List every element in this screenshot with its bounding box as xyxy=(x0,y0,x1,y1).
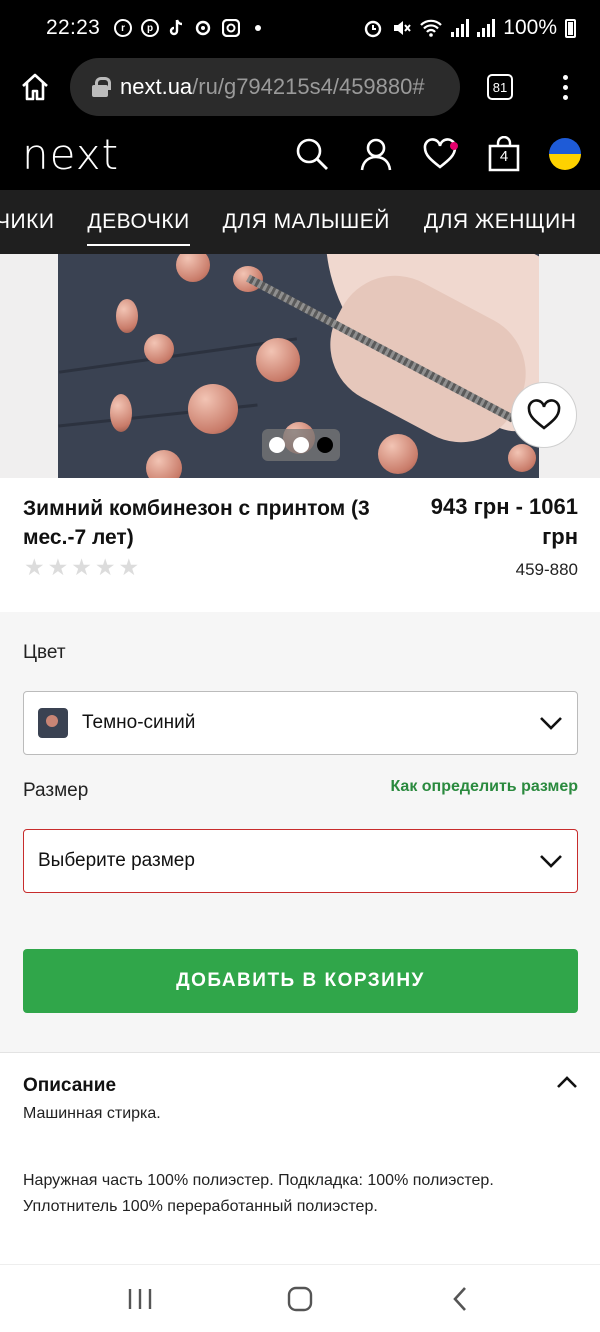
account-button[interactable] xyxy=(344,118,408,190)
lock-icon xyxy=(92,77,111,97)
product-info: Зимний комбинезон с принтом (3 мес.-7 ле… xyxy=(0,478,600,612)
browser-menu-button[interactable] xyxy=(540,56,590,118)
ukraine-flag-icon xyxy=(549,138,581,170)
tab-count: 81 xyxy=(487,74,513,100)
system-status: 100% xyxy=(363,16,576,40)
star-icon: ★ xyxy=(118,554,140,580)
color-select[interactable]: Темно-синий xyxy=(23,691,578,755)
wifi-icon xyxy=(420,19,443,37)
header-actions: 4 xyxy=(280,118,600,190)
status-bar: 22:23 r p 100% xyxy=(0,0,600,56)
rating-stars[interactable]: ★ ★ ★ ★ ★ xyxy=(24,554,139,581)
status-time: 22:23 xyxy=(46,16,101,39)
url-path: /ru/g794215s4/459880# xyxy=(192,74,425,99)
size-placeholder: Выберите размер xyxy=(38,850,195,871)
r-icon: r xyxy=(114,19,133,37)
site-logo[interactable]: next xyxy=(22,130,119,179)
site-header: next 4 xyxy=(0,118,600,190)
recent-apps-button[interactable] xyxy=(110,1269,170,1329)
browser-toolbar: next.ua/ru/g794215s4/459880# 81 xyxy=(0,56,600,118)
mute-icon xyxy=(394,21,412,35)
star-icon: ★ xyxy=(71,554,92,580)
color-value: Темно-синий xyxy=(82,712,196,733)
search-button[interactable] xyxy=(280,118,344,190)
url-domain: next.ua xyxy=(120,74,193,99)
add-to-wishlist-button[interactable] xyxy=(511,382,577,448)
url-text: next.ua/ru/g794215s4/459880# xyxy=(120,74,425,100)
chevron-down-icon xyxy=(540,855,562,868)
product-title: Зимний комбинезон с принтом (3 мес.-7 ле… xyxy=(23,497,370,549)
category-women[interactable]: ДЛЯ ЖЕНЩИН xyxy=(424,210,577,234)
category-boys[interactable]: ЧИКИ xyxy=(0,210,54,234)
color-swatch xyxy=(38,708,68,738)
size-guide-link[interactable]: Как определить размер xyxy=(390,778,578,796)
instagram-icon xyxy=(222,19,241,37)
product-options: Цвет Темно-синий Размер Как определить р… xyxy=(0,612,600,1052)
size-label: Размер xyxy=(23,780,89,801)
settings-icon xyxy=(195,20,211,36)
battery-icon xyxy=(565,18,576,38)
home-button[interactable] xyxy=(0,56,70,118)
color-label: Цвет xyxy=(23,642,66,663)
chevron-down-icon xyxy=(540,717,562,730)
gallery-dot-2[interactable] xyxy=(293,437,309,453)
gallery-dot-1[interactable] xyxy=(269,437,285,453)
description-title[interactable]: Описание xyxy=(23,1075,116,1097)
notification-icons: r p xyxy=(114,19,262,37)
url-bar[interactable]: next.ua/ru/g794215s4/459880# xyxy=(70,58,460,116)
alarm-icon xyxy=(365,20,382,38)
category-nav: ЧИКИ ДЕВОЧКИ ДЛЯ МАЛЫШЕЙ ДЛЯ ЖЕНЩИН Д xyxy=(0,190,600,254)
wishlist-button[interactable] xyxy=(408,118,472,190)
description-material-2: Уплотнитель 100% переработанный полиэсте… xyxy=(23,1198,378,1215)
wishlist-badge xyxy=(450,142,458,150)
battery-percent: 100% xyxy=(503,16,557,39)
heart-icon xyxy=(527,399,561,430)
back-button[interactable] xyxy=(430,1269,490,1329)
country-selector[interactable] xyxy=(536,118,600,190)
star-icon: ★ xyxy=(24,554,45,580)
star-icon: ★ xyxy=(94,554,116,580)
search-icon xyxy=(296,138,328,170)
add-to-cart-button[interactable]: ДОБАВИТЬ В КОРЗИНУ xyxy=(23,949,578,1013)
bag-count: 4 xyxy=(499,148,509,165)
category-babies[interactable]: ДЛЯ МАЛЫШЕЙ xyxy=(223,210,390,234)
description-material-1: Наружная часть 100% полиэстер. Подкладка… xyxy=(23,1172,494,1189)
tiktok-icon xyxy=(169,19,183,36)
home-nav-icon xyxy=(287,1286,313,1311)
user-icon xyxy=(360,138,392,171)
system-nav-bar xyxy=(0,1264,600,1332)
pinterest-icon: p xyxy=(141,19,160,37)
gallery-pagination[interactable] xyxy=(262,429,340,461)
home-nav-button[interactable] xyxy=(270,1269,330,1329)
bag-button[interactable]: 4 xyxy=(472,118,536,190)
description-section: Описание Машинная стирка. Наружная часть… xyxy=(0,1052,600,1264)
chevron-up-icon[interactable] xyxy=(556,1075,578,1089)
back-icon xyxy=(453,1286,466,1311)
size-select[interactable]: Выберите размер xyxy=(23,829,578,893)
category-girls[interactable]: ДЕВОЧКИ xyxy=(87,210,190,246)
product-sku: 459-880 xyxy=(515,560,578,579)
signal-icon-2 xyxy=(477,19,496,37)
more-notifications-dot xyxy=(255,25,262,31)
description-care: Машинная стирка. xyxy=(23,1105,161,1122)
tabs-button[interactable]: 81 xyxy=(460,56,540,118)
star-icon: ★ xyxy=(47,554,69,580)
signal-icon xyxy=(451,19,470,37)
gallery-dot-3[interactable] xyxy=(317,437,333,453)
home-icon xyxy=(22,73,48,101)
product-price: 943 грн - 1061 грн xyxy=(430,494,578,549)
recent-apps-icon xyxy=(128,1288,152,1309)
